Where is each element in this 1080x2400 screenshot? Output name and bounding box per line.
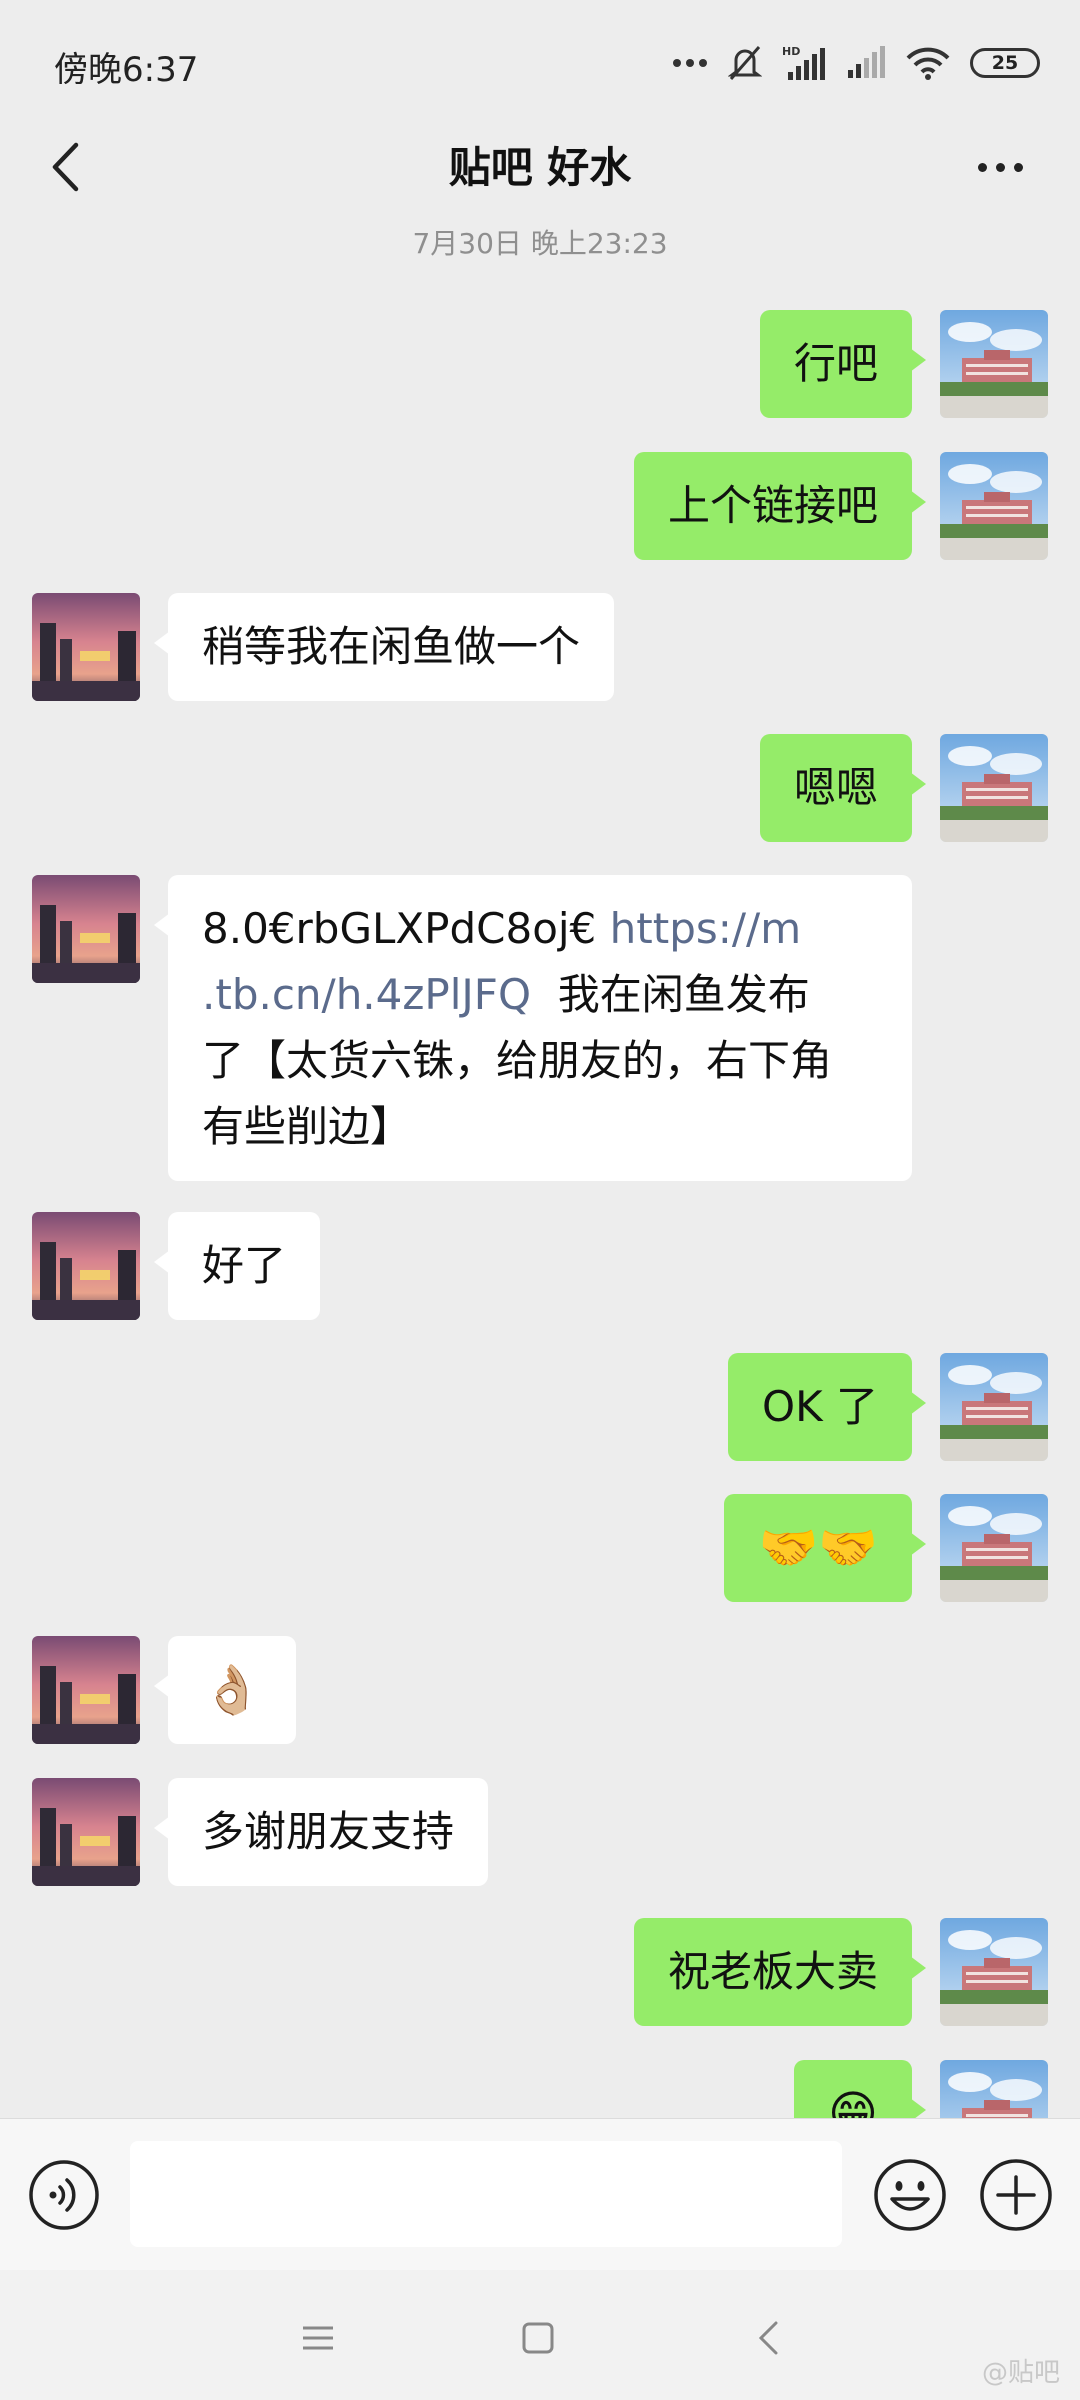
my-avatar[interactable] [940, 2060, 1048, 2118]
nav-back-icon [758, 2321, 778, 2355]
my-avatar[interactable] [940, 452, 1048, 560]
emoji-button[interactable] [872, 2157, 948, 2233]
campus-photo [940, 2060, 1048, 2118]
status-bar: 傍晚6:37 HD 25 [0, 0, 1080, 125]
campus-photo [940, 1918, 1048, 2026]
message-bubble-emoji[interactable]: 🤝🤝 [724, 1494, 926, 1602]
battery-indicator: 25 [970, 48, 1040, 78]
sunset-photo [32, 875, 140, 983]
more-notifications-icon [673, 59, 707, 67]
signal-icon [848, 46, 885, 78]
wifi-icon [906, 47, 950, 80]
my-avatar[interactable] [940, 1494, 1048, 1602]
message-bubble-link[interactable]: 8.0€rbGLXPdC8oj€ https://m .tb.cn/h.4zPl… [154, 875, 912, 1181]
message-timestamp: 7月30日 晚上23:23 [412, 227, 668, 260]
message-bubble[interactable]: 多谢朋友支持 [153, 1778, 489, 1886]
contact-avatar[interactable] [32, 593, 140, 701]
contact-avatar[interactable] [32, 1778, 140, 1886]
my-avatar[interactable] [940, 1918, 1048, 2026]
message-bubble[interactable]: 嗯嗯 [759, 734, 927, 842]
chat-header: 贴吧 好水 [0, 110, 1080, 222]
more-dots-icon [977, 162, 987, 172]
contact-avatar[interactable] [32, 1212, 140, 1320]
nav-menu-button[interactable] [288, 2310, 348, 2366]
sunset-photo [32, 1212, 140, 1320]
campus-photo [940, 734, 1048, 842]
campus-photo [940, 1494, 1048, 1602]
message-text: 我在闲鱼发布 [531, 970, 810, 1019]
plus-icon [980, 2159, 1052, 2231]
svg-text:HD: HD [782, 45, 800, 58]
status-time: 傍晚6:37 [54, 50, 199, 90]
message-bubble-emoji[interactable]: 😁 [793, 2060, 927, 2118]
input-bar [0, 2118, 1080, 2271]
message-bubble[interactable]: OK 了 [728, 1353, 926, 1461]
emoji-icon [874, 2159, 946, 2231]
share-code: 8.0€rbGLXPdC8oj€ [202, 904, 610, 953]
nav-back-button[interactable] [738, 2310, 798, 2366]
my-avatar[interactable] [940, 734, 1048, 842]
sunset-photo [32, 593, 140, 701]
my-avatar[interactable] [940, 1353, 1048, 1461]
message-bubble[interactable]: 行吧 [759, 310, 927, 418]
message-bubble-emoji[interactable]: 👌🏼 [154, 1636, 296, 1744]
signal-hd-icon: HD [782, 45, 825, 80]
share-link[interactable]: .tb.cn/h.4zPlJFQ [202, 970, 531, 1019]
message-outgoing: 😁 [0, 2060, 1080, 2118]
message-bubble[interactable]: 好了 [153, 1212, 321, 1320]
watermark: @贴吧 [981, 2358, 1060, 2388]
menu-icon [303, 2326, 333, 2350]
nav-home-button[interactable] [508, 2310, 568, 2366]
my-avatar[interactable] [940, 310, 1048, 418]
voice-button[interactable] [28, 2159, 100, 2231]
sunset-photo [32, 1636, 140, 1744]
home-square-icon [522, 2322, 554, 2354]
message-bubble[interactable]: 上个链接吧 [633, 452, 927, 560]
campus-photo [940, 1353, 1048, 1461]
campus-photo [940, 452, 1048, 560]
voice-icon [29, 2160, 99, 2230]
contact-avatar[interactable] [32, 1636, 140, 1744]
message-text: 有些削边】 [202, 1102, 413, 1151]
more-button[interactable] [960, 132, 1040, 202]
contact-avatar[interactable] [32, 875, 140, 983]
message-text: 了【太货六铢，给朋友的，右下角 [202, 1036, 833, 1085]
system-nav-bar: @贴吧 [0, 2270, 1080, 2400]
mute-bell-icon [728, 46, 762, 80]
chat-title: 贴吧 好水 [448, 143, 632, 192]
message-input[interactable] [130, 2141, 842, 2247]
status-icons: HD 25 [672, 40, 1040, 86]
more-functions-button[interactable] [978, 2157, 1054, 2233]
sunset-photo [32, 1778, 140, 1886]
message-bubble[interactable]: 祝老板大卖 [633, 1918, 927, 2026]
share-link[interactable]: https://m [610, 904, 801, 953]
message-bubble[interactable]: 稍等我在闲鱼做一个 [153, 593, 615, 701]
campus-photo [940, 310, 1048, 418]
